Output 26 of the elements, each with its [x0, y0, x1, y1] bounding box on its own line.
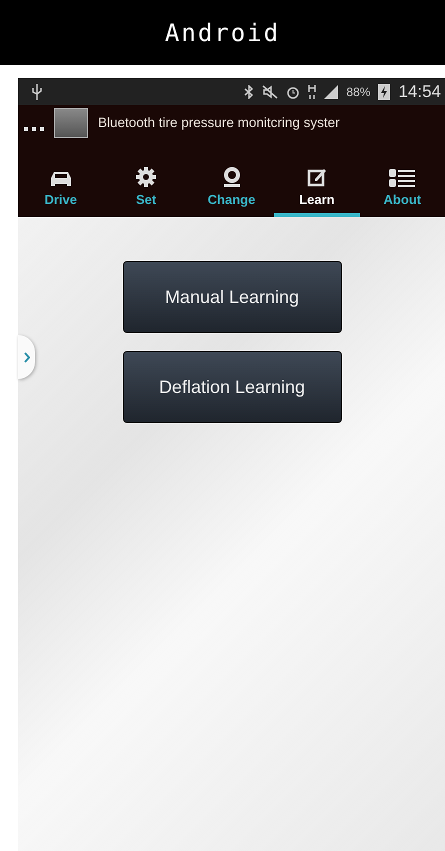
tab[interactable]: Learn [274, 140, 360, 217]
app-title: Bluetooth tire pressure monitcring syster [98, 115, 340, 130]
clock-time: 14:54 [398, 82, 441, 102]
network-icon [308, 84, 316, 100]
alarm-icon [286, 84, 300, 98]
header-title: Android [164, 18, 280, 46]
tab[interactable]: Set [103, 140, 189, 217]
gear-icon [135, 166, 158, 188]
list-icon [389, 168, 416, 188]
drawer-handle[interactable] [18, 335, 35, 379]
bluetooth-icon [244, 84, 254, 98]
battery-icon [378, 84, 390, 100]
edit-icon [306, 166, 328, 188]
tab[interactable]: Change [188, 140, 274, 217]
overflow-menu-icon[interactable] [24, 127, 44, 132]
usb-icon [32, 84, 42, 100]
tab[interactable]: Drive [18, 140, 104, 217]
learning-button[interactable]: Manual Learning [122, 261, 342, 333]
car-icon [48, 170, 73, 188]
tab[interactable]: About [360, 140, 445, 217]
app-logo [54, 108, 88, 138]
mute-icon [262, 84, 278, 98]
learning-button[interactable]: Deflation Learning [122, 351, 342, 423]
chevron-right-icon [24, 352, 30, 362]
battery-percent: 88% [346, 84, 370, 98]
signal-icon [324, 84, 338, 98]
